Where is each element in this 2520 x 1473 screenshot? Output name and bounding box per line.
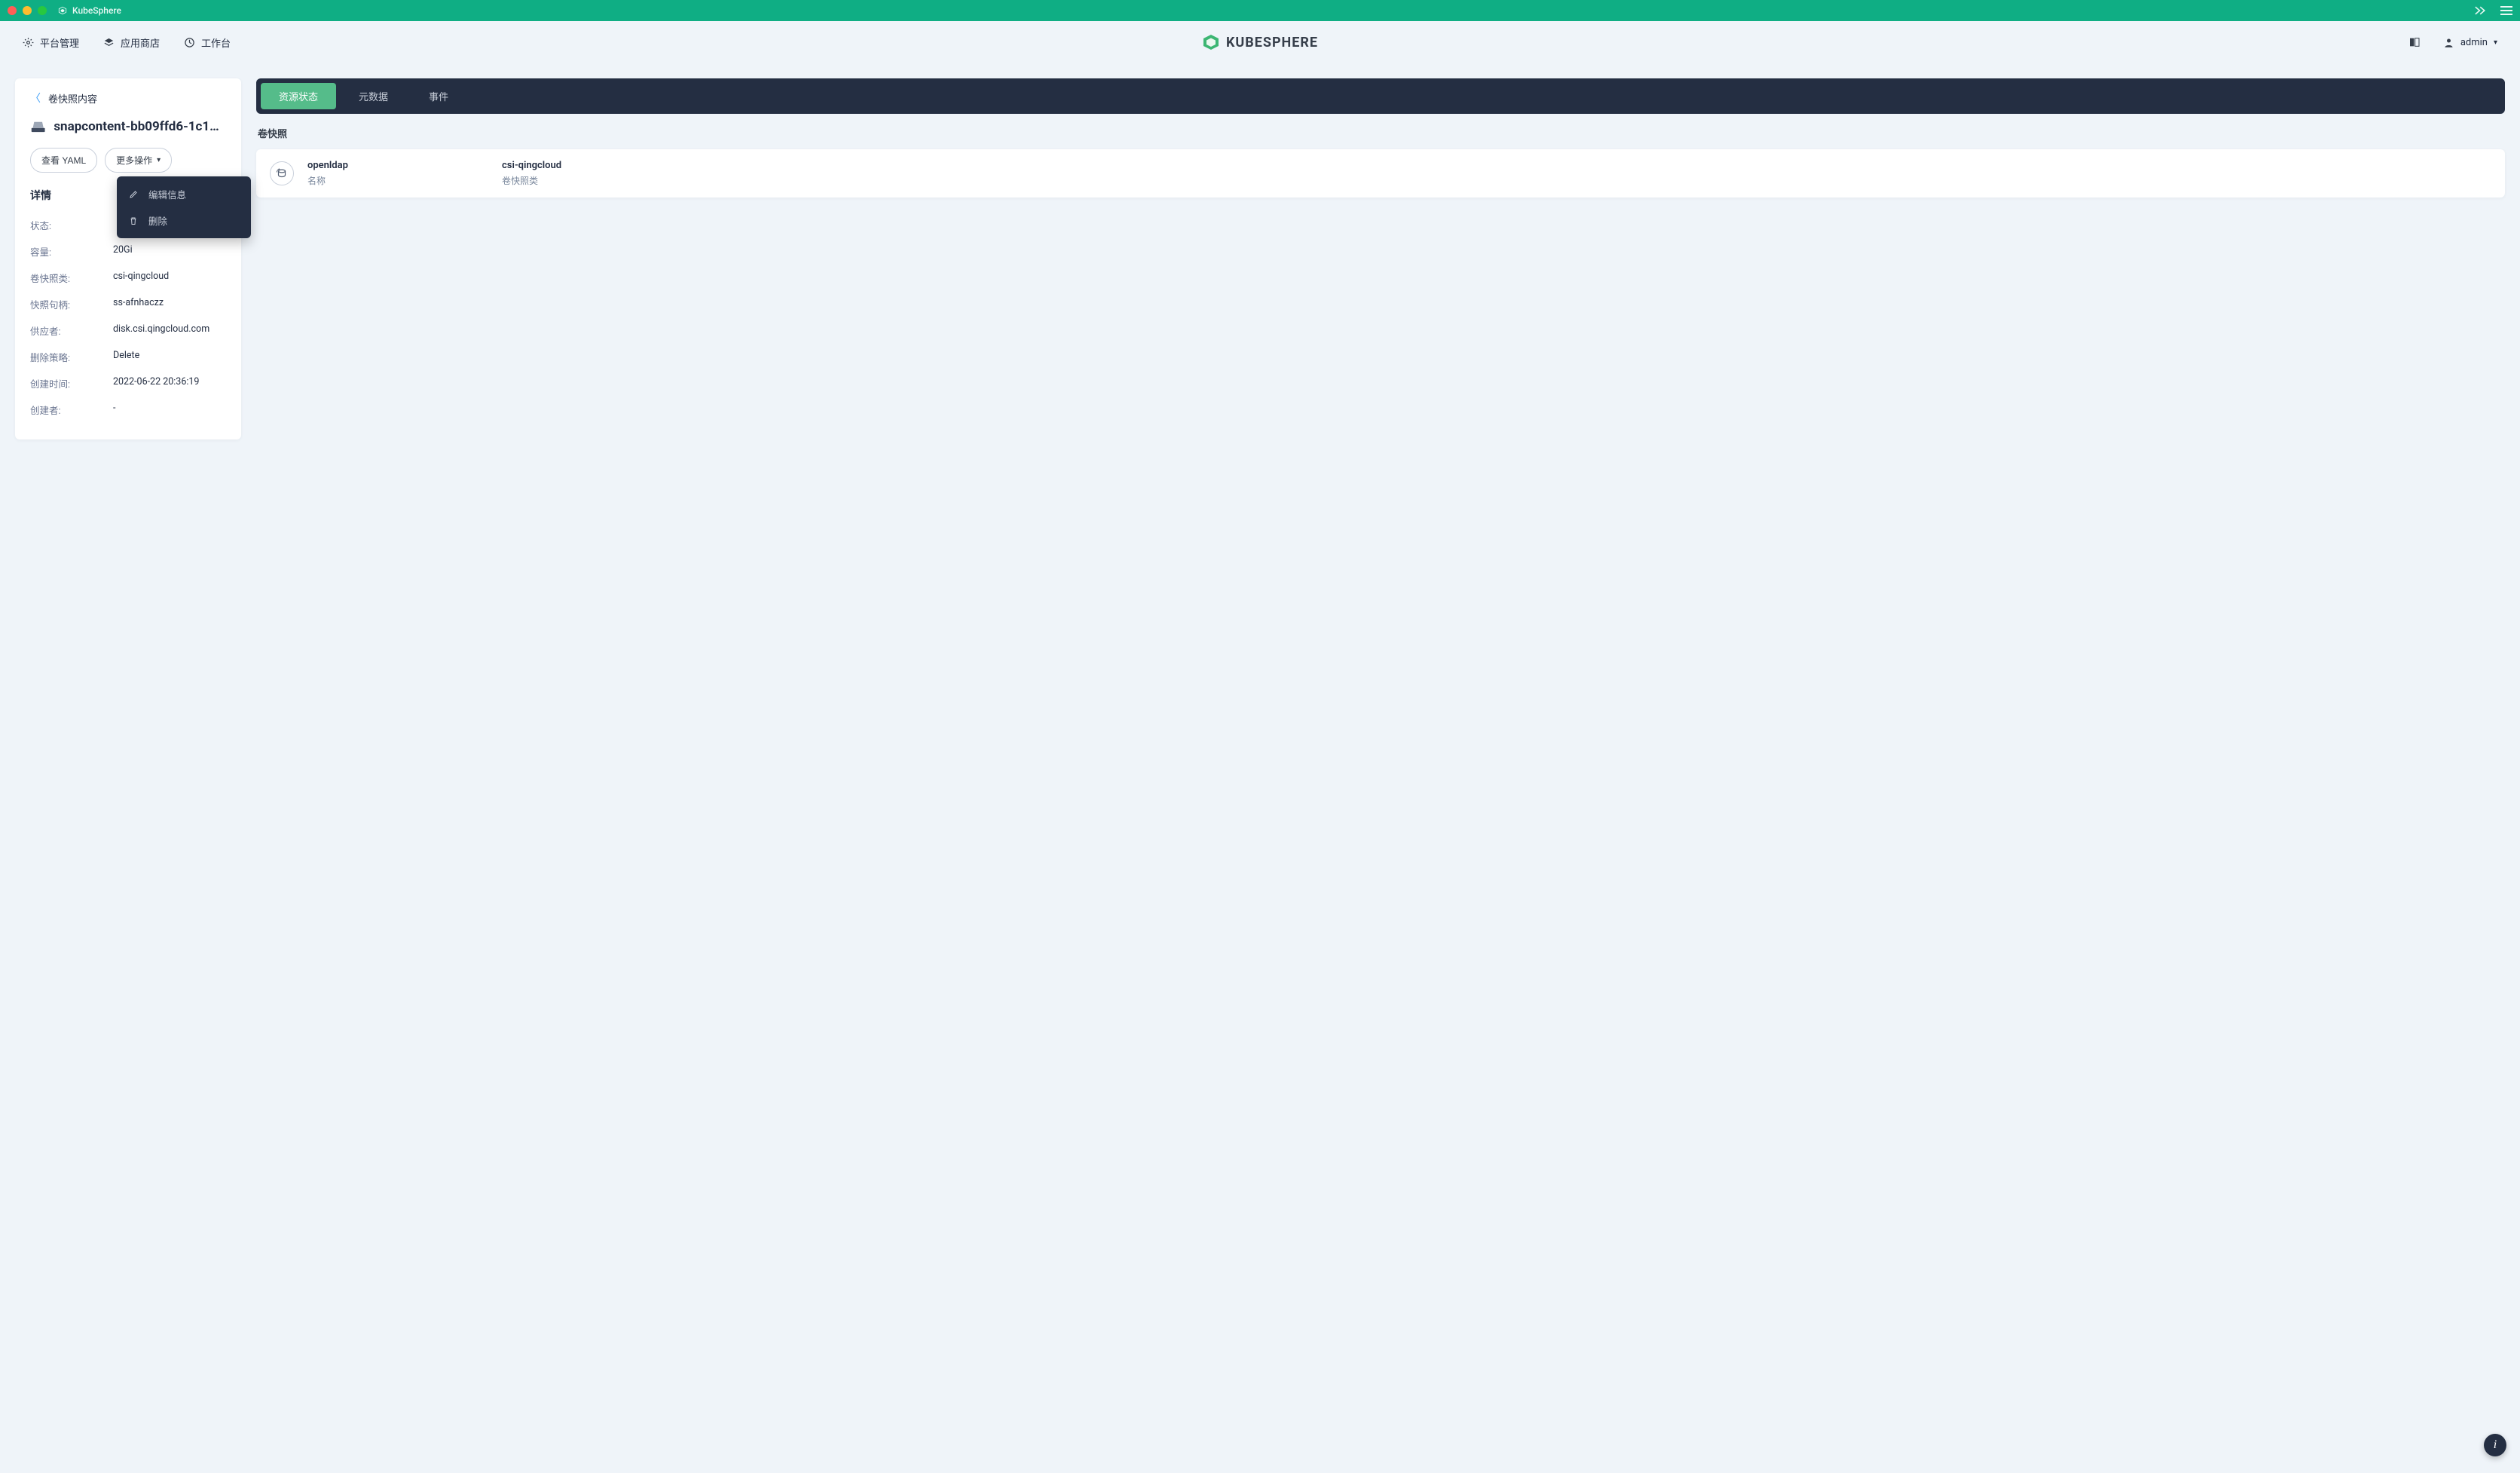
detail-key: 供应者: <box>30 323 113 338</box>
detail-row-snapshot-handle: 快照句柄: ss-afnhaczz <box>30 291 226 317</box>
detail-value: - <box>113 403 115 417</box>
tab-metadata[interactable]: 元数据 <box>341 83 406 109</box>
hamburger-menu-icon[interactable] <box>2500 6 2512 15</box>
menu-item-edit-info[interactable]: 编辑信息 <box>117 181 251 207</box>
notifications-icon[interactable] <box>2408 36 2421 48</box>
detail-row-creator: 创建者: - <box>30 397 226 423</box>
button-label: 查看 YAML <box>41 154 86 167</box>
detail-value: 20Gi <box>113 244 133 259</box>
row-class-value: csi-qingcloud <box>502 160 683 171</box>
row-col-class: csi-qingcloud 卷快照类 <box>502 160 683 187</box>
main-content: 资源状态 元数据 事件 卷快照 openldap 名称 csi-qingclou… <box>256 78 2505 198</box>
gear-icon <box>23 37 34 48</box>
nav-workbench[interactable]: 工作台 <box>184 35 231 50</box>
detail-sidebar: 〈 卷快照内容 snapcontent-bb09ffd6-1c15-… 查看 Y… <box>15 78 241 439</box>
row-name-value: openldap <box>307 160 488 171</box>
brand-logo-text: KUBESPHERE <box>1226 35 1318 51</box>
row-name-label: 名称 <box>307 174 488 187</box>
kubesphere-logo-icon <box>57 5 68 16</box>
user-name: admin <box>2460 37 2488 48</box>
dashboard-icon <box>184 37 195 48</box>
back-label: 卷快照内容 <box>48 91 97 106</box>
pencil-icon <box>129 190 139 199</box>
detail-value: 2022-06-22 20:36:19 <box>113 376 199 390</box>
detail-key: 删除策略: <box>30 350 113 364</box>
detail-row-created-time: 创建时间: 2022-06-22 20:36:19 <box>30 370 226 397</box>
trash-icon <box>129 216 139 225</box>
global-header: 平台管理 应用商店 工作台 KUBESPHERE admin ▾ <box>0 21 2520 63</box>
snapshot-refresh-icon <box>270 161 294 185</box>
detail-key: 快照句柄: <box>30 297 113 311</box>
detail-key: 状态: <box>30 218 113 232</box>
menu-item-label: 删除 <box>148 213 167 228</box>
back-link[interactable]: 〈 卷快照内容 <box>30 90 226 106</box>
detail-key: 容量: <box>30 244 113 259</box>
view-yaml-button[interactable]: 查看 YAML <box>30 148 97 173</box>
caret-down-icon: ▾ <box>157 156 161 164</box>
detail-row-capacity: 容量: 20Gi <box>30 238 226 265</box>
titlebar-title: KubeSphere <box>57 5 121 16</box>
section-label-volume-snapshot: 卷快照 <box>256 126 2505 140</box>
detail-row-deletion-policy: 删除策略: Delete <box>30 344 226 370</box>
user-icon <box>2443 37 2454 48</box>
nav-label: 工作台 <box>201 35 231 50</box>
user-menu[interactable]: admin ▾ <box>2443 37 2497 48</box>
help-fab[interactable]: i <box>2484 1434 2506 1456</box>
window-controls <box>8 6 47 15</box>
detail-value: ss-afnhaczz <box>113 297 164 311</box>
window-minimize-button[interactable] <box>23 6 32 15</box>
button-label: 更多操作 <box>116 154 152 167</box>
volume-snapshot-row[interactable]: openldap 名称 csi-qingcloud 卷快照类 <box>256 149 2505 198</box>
detail-row-snapshot-class: 卷快照类: csi-qingcloud <box>30 265 226 291</box>
kubesphere-logo-icon <box>1202 33 1220 51</box>
row-class-label: 卷快照类 <box>502 174 683 187</box>
window-titlebar: KubeSphere <box>0 0 2520 21</box>
tab-events[interactable]: 事件 <box>411 83 466 109</box>
more-operations-button[interactable]: 更多操作 ▾ <box>105 148 172 173</box>
detail-row-provisioner: 供应者: disk.csi.qingcloud.com <box>30 317 226 344</box>
tab-resource-status[interactable]: 资源状态 <box>261 83 336 109</box>
skip-forward-icon[interactable] <box>2475 5 2487 16</box>
window-zoom-button[interactable] <box>38 6 47 15</box>
nav-app-store[interactable]: 应用商店 <box>103 35 160 50</box>
nav-label: 应用商店 <box>121 35 160 50</box>
tab-bar: 资源状态 元数据 事件 <box>256 78 2505 114</box>
resource-title-row: snapcontent-bb09ffd6-1c15-… <box>30 119 226 134</box>
detail-value: Delete <box>113 350 139 364</box>
menu-item-delete[interactable]: 删除 <box>117 207 251 234</box>
nav-label: 平台管理 <box>40 35 79 50</box>
detail-value: csi-qingcloud <box>113 271 169 285</box>
resource-title: snapcontent-bb09ffd6-1c15-… <box>54 119 226 134</box>
brand-logo[interactable]: KUBESPHERE <box>1202 33 1318 51</box>
nav-platform-management[interactable]: 平台管理 <box>23 35 79 50</box>
window-close-button[interactable] <box>8 6 17 15</box>
titlebar-title-text: KubeSphere <box>72 5 121 16</box>
detail-value: disk.csi.qingcloud.com <box>113 323 209 338</box>
disk-icon <box>30 120 46 133</box>
caret-down-icon: ▾ <box>2494 38 2497 47</box>
chevron-left-icon: 〈 <box>30 90 41 106</box>
menu-item-label: 编辑信息 <box>148 187 186 201</box>
detail-key: 创建者: <box>30 403 113 417</box>
detail-key: 创建时间: <box>30 376 113 390</box>
detail-key: 卷快照类: <box>30 271 113 285</box>
more-operations-menu: 编辑信息 删除 <box>117 176 251 238</box>
row-col-name: openldap 名称 <box>307 160 488 187</box>
layers-icon <box>103 37 115 48</box>
